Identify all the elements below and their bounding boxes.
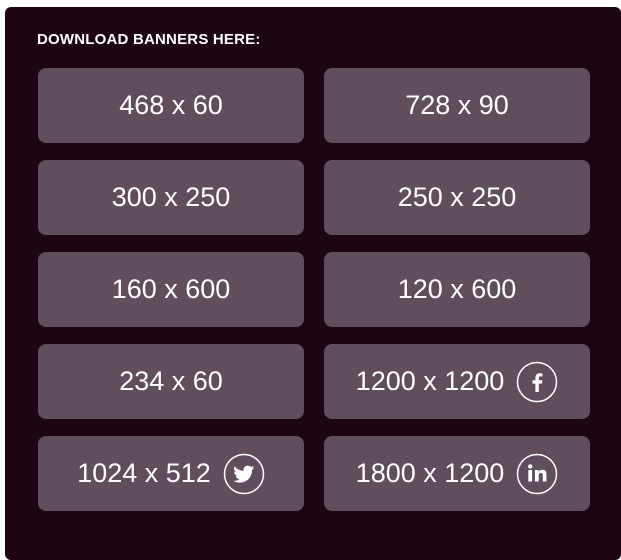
- banner-download-panel: DOWNLOAD BANNERS HERE: 468 x 60 728 x 90…: [5, 7, 621, 560]
- banner-160x600-button[interactable]: 160 x 600: [38, 252, 304, 327]
- banner-size-label: 1200 x 1200: [355, 366, 505, 396]
- banner-size-label: 234 x 60: [119, 366, 223, 396]
- banner-size-label: 1800 x 1200: [355, 458, 505, 488]
- banner-size-label: 300 x 250: [111, 182, 231, 212]
- banner-size-label: 120 x 600: [397, 274, 517, 304]
- banner-size-label: 250 x 250: [397, 182, 517, 212]
- banner-size-grid: 468 x 60 728 x 90 300 x 250 250 x 250 16…: [38, 68, 590, 511]
- banner-234x60-button[interactable]: 234 x 60: [38, 344, 304, 419]
- banner-size-label: 728 x 90: [405, 90, 509, 120]
- banner-468x60-button[interactable]: 468 x 60: [38, 68, 304, 143]
- banner-300x250-button[interactable]: 300 x 250: [38, 160, 304, 235]
- banner-120x600-button[interactable]: 120 x 600: [324, 252, 590, 327]
- banner-1200x1200-facebook-button[interactable]: 1200 x 1200: [324, 344, 590, 419]
- banner-size-label: 468 x 60: [119, 90, 223, 120]
- banner-size-label: 160 x 600: [111, 274, 231, 304]
- facebook-icon: [516, 361, 558, 403]
- banner-1800x1200-linkedin-button[interactable]: 1800 x 1200: [324, 436, 590, 511]
- banner-size-label: 1024 x 512: [77, 458, 211, 488]
- panel-heading: DOWNLOAD BANNERS HERE:: [37, 31, 261, 48]
- banner-250x250-button[interactable]: 250 x 250: [324, 160, 590, 235]
- twitter-icon: [223, 453, 265, 495]
- banner-1024x512-twitter-button[interactable]: 1024 x 512: [38, 436, 304, 511]
- banner-728x90-button[interactable]: 728 x 90: [324, 68, 590, 143]
- linkedin-icon: [516, 453, 558, 495]
